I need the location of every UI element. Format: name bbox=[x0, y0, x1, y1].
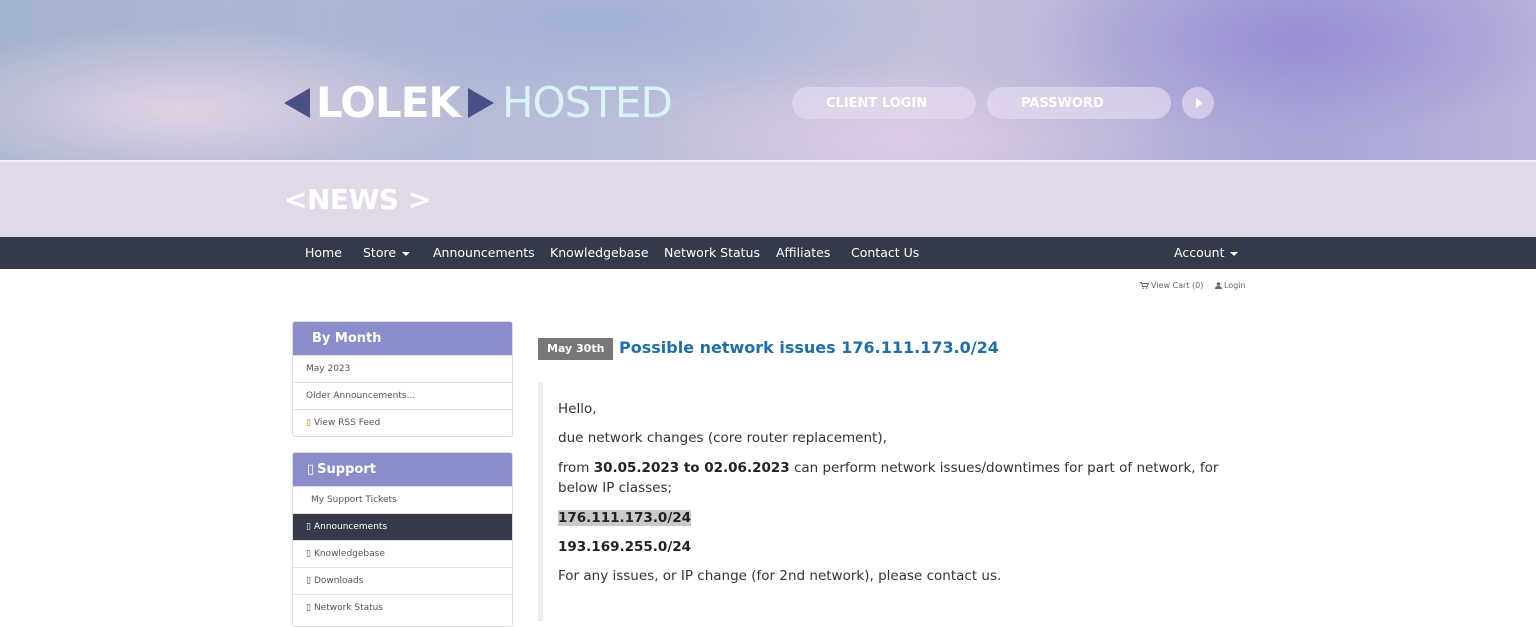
header-banner bbox=[0, 0, 1536, 160]
support-icon: ▯ bbox=[307, 462, 315, 477]
month-item-may-2023[interactable]: May 2023 bbox=[293, 355, 512, 382]
sidebar-item-label: Announcements bbox=[313, 522, 388, 532]
by-month-heading: By Month bbox=[293, 322, 512, 355]
nav-account-label: Account bbox=[1174, 245, 1225, 260]
site-logo[interactable]: LOLEK HOSTED bbox=[284, 78, 673, 128]
post-line-dates: from 30.05.2023 to 02.06.2023 can perfor… bbox=[558, 458, 1238, 498]
logo-sub-text: HOSTED bbox=[501, 78, 673, 127]
sidebar-item-knowledgebase[interactable]: ▯ Knowledgebase bbox=[293, 540, 512, 567]
login-link[interactable]: Login bbox=[1215, 281, 1246, 290]
download-icon: ▯ bbox=[306, 576, 311, 586]
view-cart-link[interactable]: View Cart (0) bbox=[1140, 281, 1203, 290]
logo-main-text: LOLEK bbox=[316, 78, 461, 127]
post-quote-bar bbox=[538, 382, 543, 621]
older-announcements-link[interactable]: Older Announcements... bbox=[293, 382, 512, 409]
nav-store[interactable]: Store bbox=[363, 237, 411, 269]
nav-contact-us[interactable]: Contact Us bbox=[851, 237, 919, 269]
nav-knowledgebase[interactable]: Knowledgebase bbox=[550, 237, 649, 269]
ip-class-2-text: 193.169.255.0/24 bbox=[558, 539, 692, 555]
page-title-band bbox=[0, 162, 1536, 237]
sidebar-item-downloads[interactable]: ▯ Downloads bbox=[293, 567, 512, 594]
sidebar-item-my-support-tickets[interactable]: My Support Tickets bbox=[293, 486, 512, 513]
cart-icon bbox=[1140, 282, 1149, 289]
nav-announcements[interactable]: Announcements bbox=[433, 237, 535, 269]
sidebar-item-network-status[interactable]: ▯ Network Status bbox=[293, 594, 512, 621]
sidebar-item-announcements[interactable]: ▯ Announcements bbox=[293, 513, 512, 540]
support-heading-label: Support bbox=[317, 462, 376, 477]
rss-icon: ▯ bbox=[306, 418, 311, 428]
post-line-dates-pre: from bbox=[558, 460, 594, 476]
rss-feed-link[interactable]: ▯ View RSS Feed bbox=[293, 409, 512, 436]
nav-store-label: Store bbox=[363, 245, 397, 260]
sidebar-item-label: Knowledgebase bbox=[313, 549, 385, 559]
post-line-changes: due network changes (core router replace… bbox=[558, 430, 887, 446]
by-month-panel: By Month May 2023 Older Announcements...… bbox=[292, 321, 513, 437]
nav-account[interactable]: Account bbox=[1174, 237, 1239, 269]
login-label: Login bbox=[1224, 281, 1246, 290]
password-input[interactable] bbox=[987, 87, 1171, 119]
post-date-badge: May 30th bbox=[538, 338, 614, 360]
logo-right-chevron-icon bbox=[467, 88, 494, 118]
nav-affiliates[interactable]: Affiliates bbox=[776, 237, 830, 269]
post-ip-class-2: 193.169.255.0/24 bbox=[558, 537, 1238, 557]
announcement-icon: ▯ bbox=[306, 522, 311, 532]
chevron-down-icon bbox=[1230, 251, 1239, 256]
page-title: <NEWS > bbox=[284, 183, 431, 216]
client-login-input[interactable] bbox=[792, 87, 976, 119]
post-date-range: 30.05.2023 to 02.06.2023 bbox=[593, 460, 790, 476]
post-closing: For any issues, or IP change (for 2nd ne… bbox=[558, 568, 1002, 584]
login-submit-button[interactable] bbox=[1182, 87, 1214, 119]
post-title-link[interactable]: Possible network issues 176.111.173.0/24 bbox=[619, 336, 999, 360]
network-status-icon: ▯ bbox=[306, 603, 311, 613]
sidebar-item-label: Downloads bbox=[313, 576, 364, 586]
knowledgebase-icon: ▯ bbox=[306, 549, 311, 559]
support-heading: ▯ Support bbox=[293, 453, 512, 486]
sidebar-item-label: Network Status bbox=[313, 603, 384, 613]
view-cart-label: View Cart (0) bbox=[1151, 281, 1204, 290]
chevron-down-icon bbox=[402, 251, 411, 256]
nav-network-status[interactable]: Network Status bbox=[664, 237, 760, 269]
ip-class-1-text: 176.111.173.0/24 bbox=[558, 510, 692, 526]
user-icon bbox=[1215, 282, 1222, 289]
main-navbar: Home Store Announcements Knowledgebase N… bbox=[0, 237, 1536, 269]
logo-left-chevron-icon bbox=[284, 88, 310, 118]
rss-feed-label: View RSS Feed bbox=[313, 418, 381, 428]
nav-home[interactable]: Home bbox=[305, 237, 342, 269]
support-panel: ▯ Support My Support Tickets ▯ Announcemen… bbox=[292, 452, 513, 627]
play-arrow-icon bbox=[1195, 98, 1203, 108]
post-greeting: Hello, bbox=[558, 401, 597, 417]
post-ip-class-1: 176.111.173.0/24 bbox=[558, 508, 1238, 528]
